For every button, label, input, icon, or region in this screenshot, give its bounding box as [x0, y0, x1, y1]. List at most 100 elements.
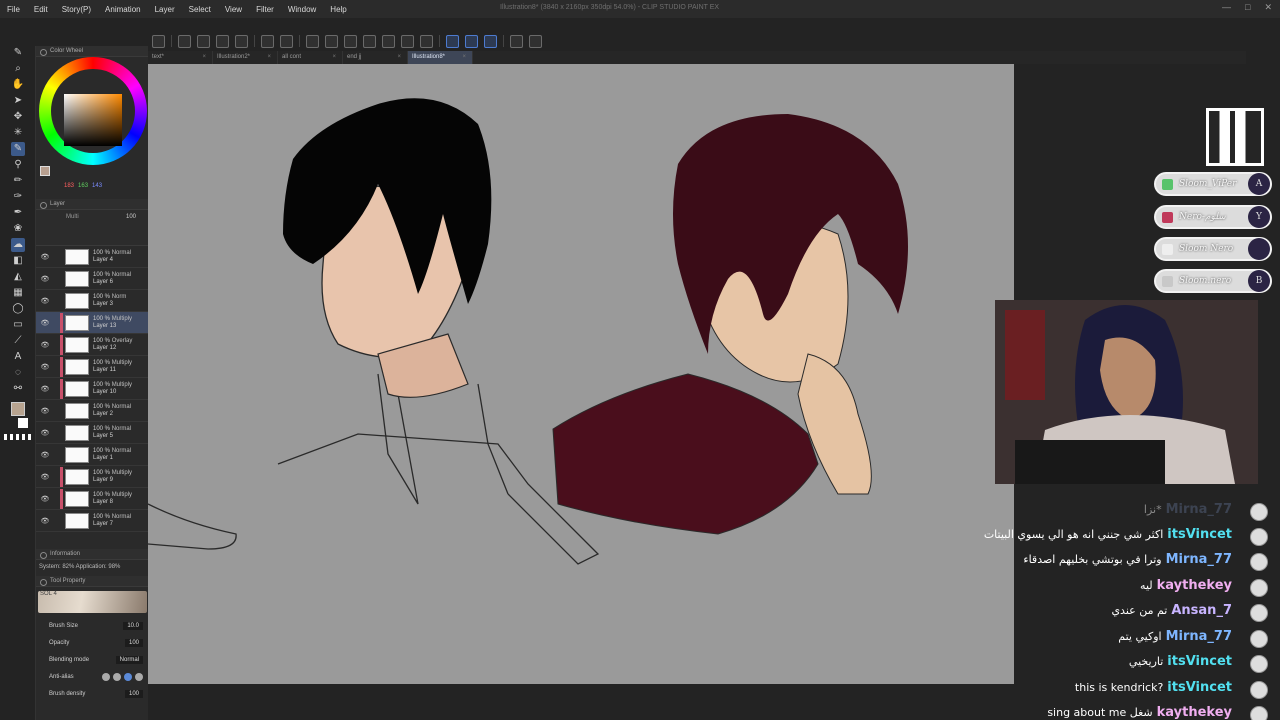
menu-animation[interactable]: Animation [98, 5, 148, 14]
operation-icon[interactable]: ➤ [11, 94, 25, 108]
brush-size-input[interactable]: 10.0 [123, 621, 143, 630]
visibility-eye-icon[interactable]: 👁 [40, 429, 50, 437]
tab-3[interactable]: end jj × [343, 51, 408, 64]
frame-icon[interactable]: ▭ [11, 318, 25, 332]
layer-row[interactable]: 👁 100 % Multiply Layer 13 [36, 312, 149, 334]
current-color-swatch[interactable] [40, 166, 50, 176]
visibility-eye-icon[interactable]: 👁 [40, 517, 50, 525]
saturation-value-square[interactable] [64, 94, 122, 146]
zoom-icon[interactable]: ⌕ [11, 62, 25, 76]
blending-select[interactable]: Normal [115, 655, 143, 664]
menu-select[interactable]: Select [182, 5, 218, 14]
maximize-icon[interactable]: □ [1245, 2, 1250, 13]
menu-view[interactable]: View [218, 5, 249, 14]
snap-icon[interactable] [465, 34, 478, 48]
airbrush-icon[interactable]: ✒ [11, 206, 25, 220]
home-icon[interactable] [152, 34, 165, 48]
redo-icon[interactable] [280, 34, 293, 48]
tab-4[interactable]: Illustration8* × [408, 51, 473, 64]
tab-close-icon[interactable]: × [462, 54, 466, 64]
figure-icon[interactable]: ◯ [11, 302, 25, 316]
eyedropper-icon[interactable]: ⚲ [11, 158, 25, 172]
layer-row[interactable]: 👁 100 % Normal Layer 4 [36, 246, 149, 268]
visibility-eye-icon[interactable]: 👁 [40, 473, 50, 481]
menu-edit[interactable]: Edit [27, 5, 55, 14]
menu-layer[interactable]: Layer [148, 5, 182, 14]
tab-close-icon[interactable]: × [397, 54, 401, 64]
layer-row[interactable]: 👁 100 % Normal Layer 1 [36, 444, 149, 466]
layer-row[interactable]: 👁 100 % Multiply Layer 10 [36, 378, 149, 400]
tab-2[interactable]: all cont × [278, 51, 343, 64]
menu-file[interactable]: File [0, 5, 27, 14]
save-icon[interactable] [216, 34, 229, 48]
clear-icon[interactable] [325, 34, 338, 48]
crop-icon[interactable] [382, 34, 395, 48]
opacity-input[interactable]: 100 [124, 638, 143, 647]
tab-1[interactable]: Illustration2* × [213, 51, 278, 64]
snap-ruler-icon[interactable] [484, 34, 497, 48]
new-file-icon[interactable] [178, 34, 191, 48]
marker-icon[interactable]: ✑ [11, 190, 25, 204]
tab-0[interactable]: text* × [148, 51, 213, 64]
menu-story-p-[interactable]: Story(P) [55, 5, 98, 14]
layer-row[interactable]: 👁 100 % Normal Layer 7 [36, 510, 149, 532]
hide-selection-icon[interactable] [401, 34, 414, 48]
minimize-icon[interactable]: — [1222, 2, 1231, 13]
undo-icon[interactable] [261, 34, 274, 48]
brush-icon[interactable]: ✎ [11, 142, 25, 156]
layer-row[interactable]: 👁 100 % Multiply Layer 11 [36, 356, 149, 378]
fill-icon[interactable] [344, 34, 357, 48]
transparent-color-swatch[interactable] [4, 434, 32, 440]
blend-mode-select[interactable]: Multi [66, 214, 79, 220]
fill-bucket-icon[interactable]: ◭ [11, 270, 25, 284]
layer-row[interactable]: 👁 100 % Overlay Layer 12 [36, 334, 149, 356]
decoration-icon[interactable]: ❀ [11, 222, 25, 236]
visibility-eye-icon[interactable]: 👁 [40, 451, 50, 459]
antialias-options[interactable] [102, 672, 143, 681]
hand-icon[interactable]: ✋ [11, 78, 25, 92]
visibility-eye-icon[interactable]: 👁 [40, 341, 50, 349]
visibility-eye-icon[interactable]: 👁 [40, 363, 50, 371]
visibility-eye-icon[interactable]: 👁 [40, 319, 50, 327]
gradient-icon[interactable]: ▦ [11, 286, 25, 300]
layer-opacity-value[interactable]: 100 [126, 214, 136, 220]
print-icon[interactable] [235, 34, 248, 48]
layer-row[interactable]: 👁 100 % Norm Layer 3 [36, 290, 149, 312]
correct-line-icon[interactable]: ⚯ [11, 382, 25, 396]
balloon-icon[interactable]: ◌ [11, 366, 25, 380]
pen-icon[interactable]: ✎ [11, 46, 25, 60]
layer-row[interactable]: 👁 100 % Normal Layer 2 [36, 400, 149, 422]
drawing-canvas[interactable] [148, 64, 1014, 684]
visibility-eye-icon[interactable]: 👁 [40, 253, 50, 261]
ruler-tool-icon[interactable]: ⟋ [11, 334, 25, 348]
layer-row[interactable]: 👁 100 % Multiply Layer 9 [36, 466, 149, 488]
device-icon[interactable] [510, 34, 523, 48]
visibility-eye-icon[interactable]: 👁 [40, 275, 50, 283]
visibility-eye-icon[interactable]: 👁 [40, 495, 50, 503]
menu-window[interactable]: Window [281, 5, 323, 14]
open-file-icon[interactable] [197, 34, 210, 48]
layer-row[interactable]: 👁 100 % Normal Layer 6 [36, 268, 149, 290]
main-color-swatch[interactable] [11, 402, 25, 416]
sub-color-swatch[interactable] [18, 418, 28, 428]
eraser-icon[interactable]: ◧ [11, 254, 25, 268]
tab-close-icon[interactable]: × [267, 54, 271, 64]
tab-close-icon[interactable]: × [202, 54, 206, 64]
menu-help[interactable]: Help [323, 5, 353, 14]
transform-icon[interactable] [363, 34, 376, 48]
density-input[interactable]: 100 [124, 689, 143, 698]
text-icon[interactable]: A [11, 350, 25, 364]
layer-row[interactable]: 👁 100 % Normal Layer 5 [36, 422, 149, 444]
move-icon[interactable]: ✥ [11, 110, 25, 124]
layer-row[interactable]: 👁 100 % Multiply Layer 8 [36, 488, 149, 510]
blend-icon[interactable]: ☁ [11, 238, 25, 252]
close-icon[interactable]: ✕ [1264, 2, 1272, 13]
select-all-icon[interactable] [306, 34, 319, 48]
visibility-eye-icon[interactable]: 👁 [40, 407, 50, 415]
settings-icon[interactable] [529, 34, 542, 48]
stabilizer-icon[interactable] [446, 34, 459, 48]
visibility-eye-icon[interactable]: 👁 [40, 297, 50, 305]
tab-close-icon[interactable]: × [332, 54, 336, 64]
menu-filter[interactable]: Filter [249, 5, 281, 14]
ruler-icon[interactable] [420, 34, 433, 48]
